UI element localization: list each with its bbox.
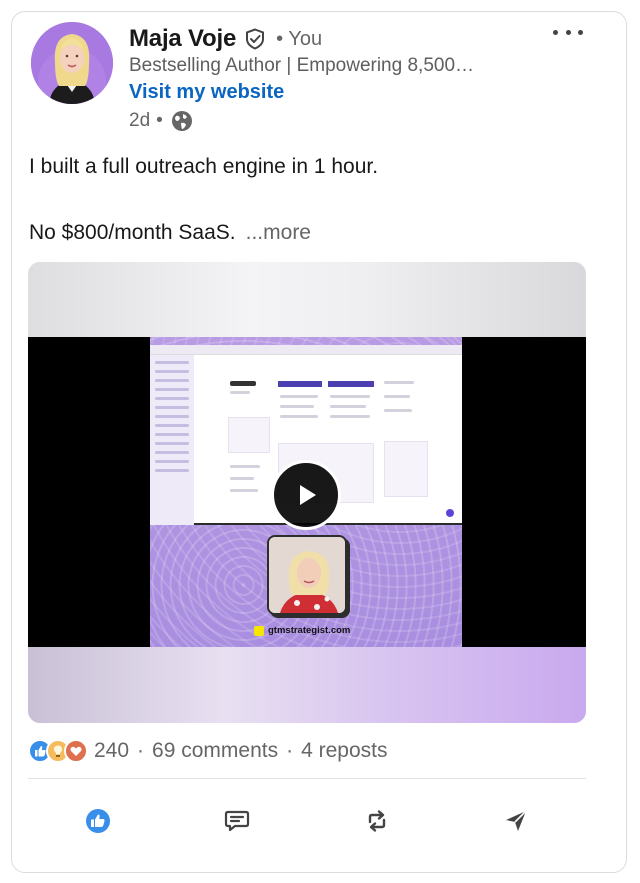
brand-logo-icon	[254, 625, 264, 636]
brand-watermark: gtmstrategist.com	[254, 625, 350, 636]
post-text-line-1: I built a full outreach engine in 1 hour…	[29, 155, 379, 178]
more-horizontal-icon	[553, 29, 558, 35]
shield-check-icon	[244, 28, 266, 50]
post-menu-button[interactable]	[553, 22, 583, 42]
author-headline: Bestselling Author | Empowering 8,500…	[129, 55, 475, 76]
reaction-count[interactable]: 240	[94, 739, 129, 763]
post-meta: 2d •	[129, 110, 193, 132]
visit-website-link[interactable]: Visit my website	[129, 81, 284, 104]
video-player[interactable]: gtmstrategist.com	[28, 337, 586, 647]
video-media[interactable]: gtmstrategist.com	[28, 262, 586, 723]
post-time: 2d	[129, 110, 151, 131]
author-name[interactable]: Maja Voje	[129, 25, 236, 53]
send-icon	[506, 810, 527, 831]
like-icon	[85, 809, 110, 833]
meta-separator: •	[156, 110, 163, 131]
repost-button[interactable]	[355, 801, 399, 841]
count-separator: ·	[137, 739, 145, 762]
comments-count[interactable]: 69 comments	[152, 739, 278, 763]
comment-button[interactable]	[215, 801, 259, 841]
count-separator: ·	[286, 739, 294, 762]
post-text-line-2: No $800/month SaaS. ...more	[29, 221, 311, 244]
repost-icon	[368, 810, 385, 832]
send-button[interactable]	[494, 801, 538, 841]
author-name-row: Maja Voje • You	[129, 24, 322, 54]
author-avatar[interactable]	[31, 22, 113, 104]
action-bar	[28, 800, 586, 842]
comment-icon	[225, 810, 250, 832]
play-icon	[300, 485, 316, 505]
play-button[interactable]	[271, 460, 341, 530]
media-blur-bottom	[28, 647, 586, 723]
divider	[28, 778, 586, 779]
brand-text: gtmstrategist.com	[268, 625, 351, 636]
you-label: • You	[276, 27, 323, 50]
media-blur-top	[28, 262, 586, 337]
like-button[interactable]	[76, 801, 120, 841]
social-counts: 240 · 69 comments · 4 reposts	[28, 739, 388, 763]
love-reaction-icon	[64, 739, 88, 763]
reaction-icons[interactable]	[28, 739, 88, 763]
reposts-count[interactable]: 4 reposts	[301, 739, 387, 763]
globe-icon	[171, 110, 193, 132]
webcam-overlay	[267, 535, 347, 615]
see-more-link[interactable]: ...more	[246, 221, 311, 244]
